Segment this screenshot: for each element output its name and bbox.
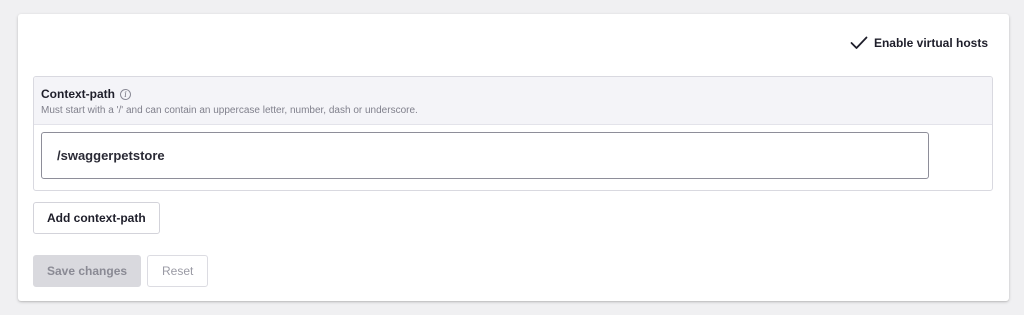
enable-virtual-hosts-label: Enable virtual hosts (873, 36, 988, 50)
context-path-header: Context-path i Must start with a '/' and… (34, 77, 992, 125)
context-path-hint: Must start with a '/' and can contain an… (41, 105, 418, 116)
proxy-entrypoints-card: Enable virtual hosts Context-path i Must… (18, 14, 1009, 301)
info-icon[interactable]: i (120, 89, 131, 100)
context-path-title-row: Context-path i (41, 87, 985, 101)
context-path-panel: Context-path i Must start with a '/' and… (33, 76, 993, 191)
reset-button[interactable]: Reset (147, 255, 209, 287)
context-path-input[interactable] (41, 132, 929, 179)
enable-virtual-hosts-toggle[interactable]: Enable virtual hosts (850, 36, 988, 50)
save-changes-button[interactable]: Save changes (33, 255, 142, 287)
checkmark-icon (850, 36, 868, 49)
add-context-path-button[interactable]: Add context-path (33, 202, 160, 234)
context-path-title: Context-path (41, 87, 115, 101)
